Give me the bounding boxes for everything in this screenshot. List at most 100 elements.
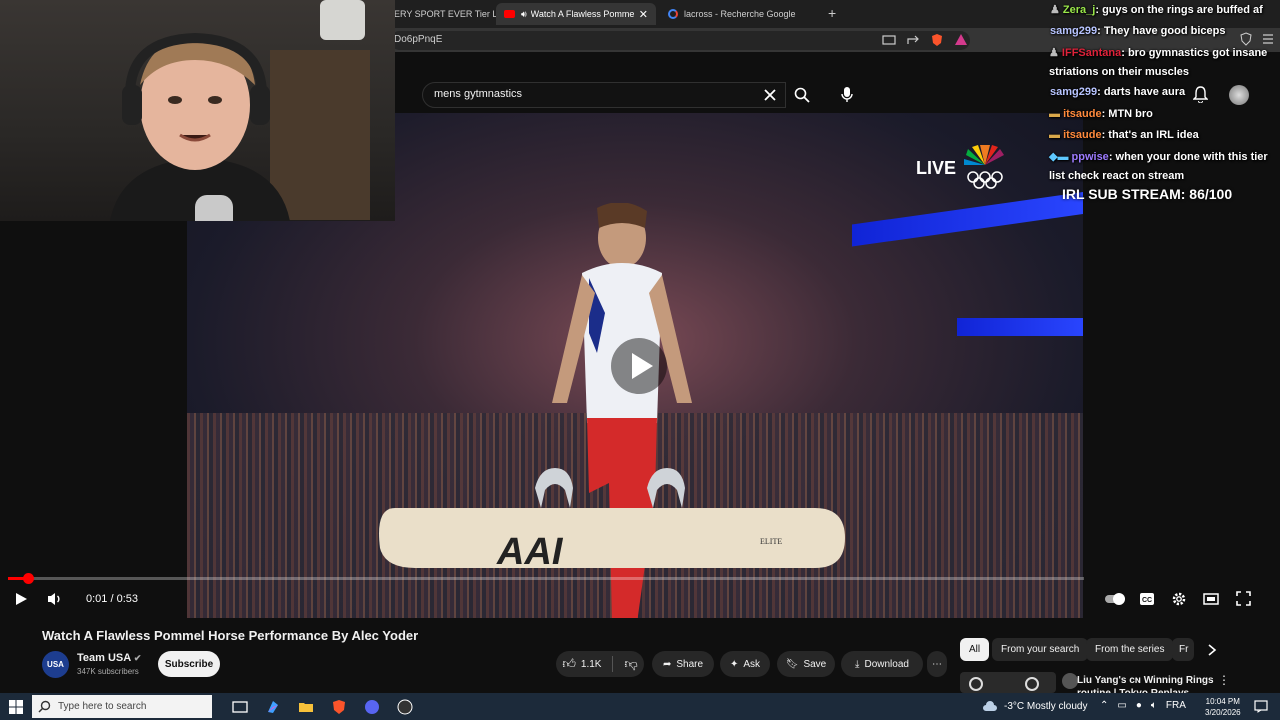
speaker-icon: 🔊︎ bbox=[521, 8, 527, 19]
search-icon[interactable] bbox=[794, 87, 810, 103]
progress-bar[interactable] bbox=[8, 577, 1084, 580]
weather-text: -3°C Mostly cloudy bbox=[1004, 700, 1088, 712]
dislike-button[interactable]: 👎︎ bbox=[624, 656, 637, 672]
copilot-icon[interactable] bbox=[265, 699, 281, 715]
play-button-icon[interactable] bbox=[14, 592, 28, 606]
background-bottle bbox=[320, 0, 365, 40]
autoplay-toggle-icon[interactable] bbox=[1104, 592, 1126, 606]
microphone-icon[interactable]: ● bbox=[1136, 700, 1142, 711]
microphone bbox=[195, 195, 233, 221]
chat-message: samg299: darts have aura bbox=[1050, 83, 1280, 102]
captions-icon[interactable]: CC bbox=[1139, 592, 1155, 606]
tab-tier-list[interactable]: ERY SPORT EVER Tier List bbox=[386, 3, 498, 25]
scrubber-handle[interactable] bbox=[23, 573, 35, 584]
clear-search-icon[interactable] bbox=[764, 89, 776, 101]
share-arrow-icon: ➦ bbox=[662, 658, 672, 670]
chat-message: ♟︎ IFFSantana: bro gymnastics got insane… bbox=[1049, 44, 1280, 82]
windows-start-icon[interactable] bbox=[9, 700, 23, 714]
subscribe-button[interactable]: Subscribe bbox=[158, 651, 220, 677]
weather-widget[interactable]: -3°C Mostly cloudy bbox=[982, 700, 1087, 712]
obs-icon[interactable] bbox=[397, 699, 413, 715]
ask-button[interactable]: ✦ Ask bbox=[720, 651, 770, 677]
like-button[interactable]: 👍︎ 1.1K bbox=[562, 656, 601, 672]
divider bbox=[612, 656, 614, 672]
network-icon[interactable]: ▭ bbox=[1117, 700, 1126, 711]
brave-browser-icon[interactable] bbox=[331, 699, 347, 715]
sub-goal-counter: IRL SUB STREAM: 86/100 bbox=[1062, 186, 1233, 202]
google-favicon-icon bbox=[668, 9, 678, 19]
time-display: 0:01 / 0:53 bbox=[86, 593, 138, 605]
volume-icon[interactable] bbox=[47, 591, 63, 607]
play-icon bbox=[632, 353, 653, 379]
recommended-title-line1: Liu Yang's ᴄɴ Winning Rings bbox=[1077, 675, 1214, 686]
chip-all[interactable]: All bbox=[960, 638, 990, 661]
recommended-menu-icon[interactable]: ⋮ bbox=[1218, 673, 1230, 687]
youtube-favicon-icon bbox=[504, 10, 515, 18]
subscriber-count: 347K subscribers bbox=[77, 667, 139, 676]
voice-search-icon[interactable] bbox=[841, 86, 853, 103]
like-count: 1.1K bbox=[580, 658, 602, 670]
tab-label: ERY SPORT EVER Tier List bbox=[394, 9, 498, 19]
share-page-icon[interactable] bbox=[906, 34, 920, 46]
chat-text: : darts have aura bbox=[1097, 86, 1186, 98]
theater-mode-icon[interactable] bbox=[1203, 592, 1219, 606]
taskbar-clock[interactable]: 10:04 PM 3/20/2026 bbox=[1205, 696, 1241, 718]
live-badge: LIVE bbox=[916, 158, 957, 178]
more-dots-icon: ⋯ bbox=[932, 658, 942, 670]
tab-label: Watch A Flawless Pommel Ho bbox=[530, 9, 635, 19]
chat-text: : They have good biceps bbox=[1097, 25, 1226, 37]
thumbs-up-icon: 👍︎ bbox=[562, 656, 576, 671]
tab-lacross[interactable]: lacross - Recherche Google bbox=[660, 3, 820, 25]
close-tab-icon[interactable]: ✕ bbox=[639, 8, 648, 21]
discord-icon[interactable] bbox=[364, 699, 380, 715]
channel-avatar[interactable]: USA bbox=[42, 651, 69, 678]
task-view-icon[interactable] bbox=[232, 699, 248, 715]
language-indicator[interactable]: FRA bbox=[1166, 700, 1186, 711]
chat-username: ppwise bbox=[1071, 151, 1109, 163]
more-actions-button[interactable]: ⋯ bbox=[927, 651, 947, 677]
rings-icon bbox=[969, 677, 1039, 691]
brave-rewards-icon[interactable] bbox=[954, 33, 968, 47]
brave-shield-icon[interactable] bbox=[930, 33, 944, 47]
chat-username: itsaude bbox=[1063, 129, 1102, 141]
chat-text: : MTN bro bbox=[1101, 108, 1153, 120]
chip-from-your-search[interactable]: From your search bbox=[992, 638, 1089, 661]
chip-from-the-series[interactable]: From the series bbox=[1086, 638, 1174, 661]
settings-gear-icon[interactable] bbox=[1171, 591, 1187, 607]
taskbar-search-placeholder: Type here to search bbox=[58, 701, 147, 712]
new-tab-button[interactable]: + bbox=[828, 5, 836, 21]
notification-center-icon[interactable] bbox=[1254, 700, 1268, 713]
chat-message: ◆▬ ppwise: when your done with this tier… bbox=[1049, 148, 1280, 186]
cloud-icon bbox=[983, 701, 997, 711]
speaker-tray-icon[interactable]: 🔈︎ bbox=[1151, 700, 1157, 711]
system-tray: ⌃ ▭ ● 🔈︎ FRA bbox=[1100, 700, 1186, 711]
chat-message: samg299: They have good biceps bbox=[1050, 22, 1280, 41]
clock-time: 10:04 PM bbox=[1205, 697, 1240, 706]
taskbar-search-input[interactable]: Type here to search bbox=[32, 695, 212, 718]
share-button[interactable]: ➦ Share bbox=[652, 651, 714, 677]
chat-username: Zera_j bbox=[1062, 4, 1096, 16]
cast-icon[interactable] bbox=[882, 34, 896, 46]
big-play-button[interactable] bbox=[611, 338, 667, 394]
chat-text: : guys on the rings are buffed af bbox=[1095, 4, 1263, 16]
chat-message: ▬ itsaude: that's an IRL idea bbox=[1049, 126, 1280, 145]
channel-name[interactable]: Team USA ✔︎ bbox=[77, 652, 141, 664]
chip-truncated[interactable]: Fr bbox=[1172, 638, 1194, 661]
recommended-thumbnail[interactable] bbox=[960, 672, 1056, 693]
streamer-figure bbox=[110, 32, 290, 221]
save-button[interactable]: 🔖︎ Save bbox=[777, 651, 835, 677]
tab-watch-pommel[interactable]: 🔊︎ Watch A Flawless Pommel Ho ✕ bbox=[496, 3, 656, 25]
tray-chevron-icon[interactable]: ⌃ bbox=[1100, 700, 1108, 711]
svg-text:CC: CC bbox=[1142, 597, 1152, 604]
fullscreen-icon[interactable] bbox=[1236, 591, 1251, 606]
share-label: Share bbox=[676, 658, 704, 670]
download-button[interactable]: ⤓ Download bbox=[841, 651, 923, 677]
chat-message: ♟︎ Zera_j: guys on the rings are buffed … bbox=[1050, 1, 1280, 20]
taskbar-pinned-apps bbox=[232, 699, 413, 715]
search-query-text: mens gytmnastics bbox=[434, 88, 523, 100]
file-explorer-icon[interactable] bbox=[298, 699, 314, 715]
chat-username: samg299 bbox=[1050, 25, 1098, 37]
save-label: Save bbox=[803, 658, 827, 670]
chevron-right-icon[interactable] bbox=[1207, 644, 1217, 656]
bookmark-icon: 🔖︎ bbox=[785, 658, 799, 670]
